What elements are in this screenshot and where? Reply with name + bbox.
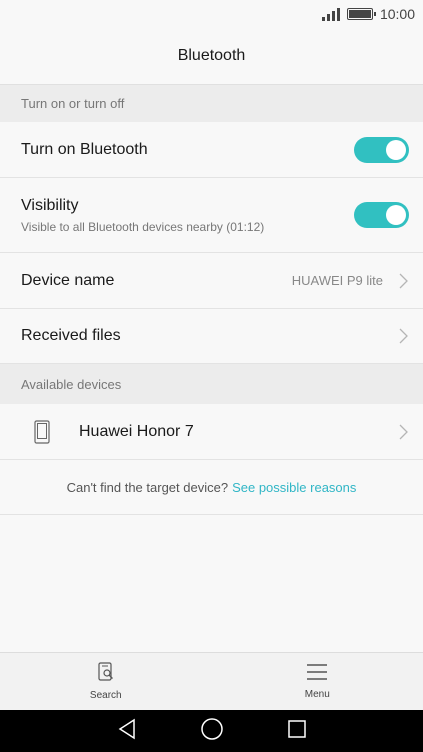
menu-icon xyxy=(306,663,328,684)
phone-icon xyxy=(33,419,51,444)
device-name-value: HUAWEI P9 lite xyxy=(291,273,383,288)
search-button[interactable]: Search xyxy=(0,653,212,710)
signal-icon xyxy=(321,7,340,21)
status-bar: 10:00 xyxy=(0,0,423,28)
recents-icon[interactable] xyxy=(287,719,307,744)
status-time: 10:00 xyxy=(379,6,415,22)
chevron-right-icon xyxy=(397,273,409,289)
settings-list: Turn on or turn off Turn on Bluetooth Vi… xyxy=(0,85,423,515)
section-header-available: Available devices xyxy=(0,364,423,404)
visibility-label: Visibility xyxy=(21,196,79,214)
menu-button[interactable]: Menu xyxy=(212,653,423,710)
received-files-label: Received files xyxy=(21,327,121,344)
bluetooth-toggle-label: Turn on Bluetooth xyxy=(21,140,148,158)
chevron-right-icon xyxy=(397,328,409,344)
received-files-row[interactable]: Received files xyxy=(0,309,423,364)
search-button-label: Search xyxy=(89,690,122,701)
bluetooth-toggle-switch[interactable] xyxy=(354,136,409,163)
see-possible-reasons-link[interactable]: See possible reasons xyxy=(232,480,356,495)
bluetooth-settings-screen: 10:00 Bluetooth Turn on or turn off Turn… xyxy=(0,0,423,752)
chevron-right-icon xyxy=(397,424,409,440)
device-name-row[interactable]: Device name HUAWEI P9 lite xyxy=(0,253,423,309)
home-icon[interactable] xyxy=(200,717,224,746)
device-item[interactable]: Huawei Honor 7 xyxy=(0,404,423,460)
visibility-subtitle: Visible to all Bluetooth devices nearby … xyxy=(21,219,265,234)
bluetooth-toggle-row[interactable]: Turn on Bluetooth xyxy=(0,122,423,178)
page-title: Bluetooth xyxy=(0,28,423,85)
visibility-toggle-row[interactable]: Visibility Visible to all Bluetooth devi… xyxy=(0,178,423,253)
back-icon[interactable] xyxy=(116,718,138,745)
toggle-knob xyxy=(386,139,406,160)
toggle-knob xyxy=(386,205,406,225)
bottom-action-bar: Search Menu xyxy=(0,652,423,710)
section-header-toggle: Turn on or turn off xyxy=(0,85,423,122)
search-device-icon xyxy=(97,662,115,685)
system-nav-bar xyxy=(0,710,423,752)
menu-button-label: Menu xyxy=(304,689,330,700)
device-name-label: Device name xyxy=(21,271,115,289)
help-hint-text: Can't find the target device? xyxy=(66,479,229,495)
visibility-toggle-switch[interactable] xyxy=(354,202,409,228)
help-hint: Can't find the target device? See possib… xyxy=(0,460,423,515)
device-item-name: Huawei Honor 7 xyxy=(79,422,194,440)
battery-icon xyxy=(346,8,376,20)
